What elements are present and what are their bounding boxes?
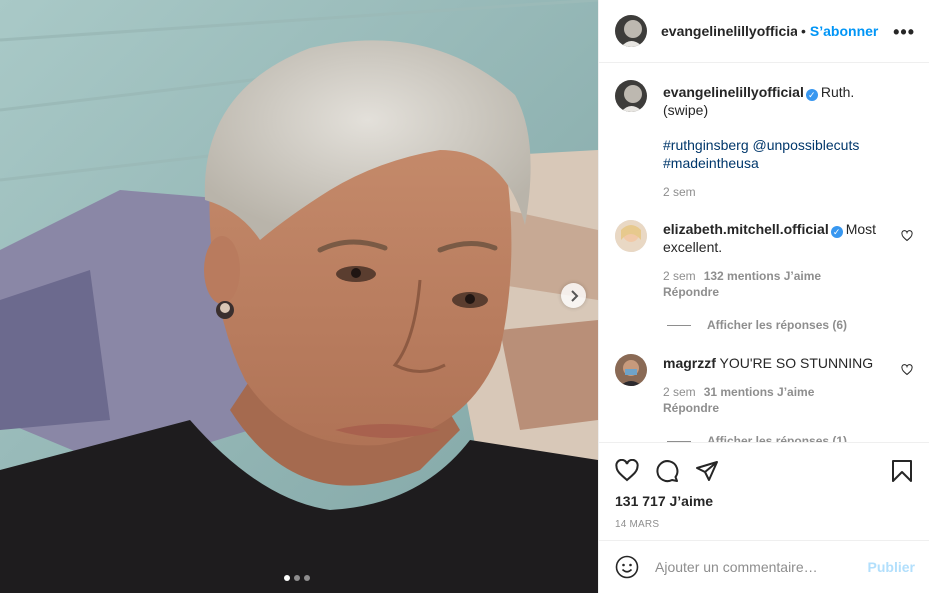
author-avatar[interactable] [615,80,647,112]
comment-meta: 2 sem 132 mentions J’aime Répondre [663,268,893,300]
like-button[interactable] [615,451,655,491]
view-replies-label: Afficher les réponses (1) [707,434,848,442]
heart-icon [615,459,639,482]
comment-username[interactable]: elizabeth.mitchell.official [663,221,829,237]
divider-line [667,324,691,326]
comment-time: 2 sem [663,269,696,283]
reply-button[interactable]: Répondre [663,284,893,300]
comment-time: 2 sem [663,385,696,399]
chevron-right-icon [570,289,578,302]
comments-list[interactable]: evangelinelillyofficial ✓ Ruth. (swipe) #r… [599,64,929,442]
comment-text: YOU'RE SO STUNNING [719,355,874,371]
post-date[interactable]: 14 mars [615,519,913,530]
view-replies-button[interactable]: Afficher les réponses (1) [667,434,913,442]
caption-hashtags[interactable]: #ruthginsberg @unpossiblecuts [663,137,859,153]
caption-time: 2 sem [663,185,696,199]
share-icon [696,461,718,481]
bookmark-icon [892,460,912,482]
more-icon[interactable]: ••• [893,22,915,43]
post-sidebar: evangelinelillyofficial • S’abonner ••• … [598,0,929,593]
carousel-dots [284,575,310,581]
selfie-image [0,0,598,593]
caption-hashtag[interactable]: #madeintheusa [663,155,759,171]
comment-icon [656,460,679,483]
view-replies-button[interactable]: Afficher les réponses (6) [667,318,913,332]
comment-input[interactable] [655,559,855,575]
comment-item: elizabeth.mitchell.official ✓ Most excelle… [615,220,913,300]
commenter-avatar[interactable] [615,354,647,386]
post-photo[interactable] [0,0,598,593]
separator-dot: • [801,23,806,39]
view-replies-label: Afficher les réponses (6) [707,318,848,332]
comment-like-heart-icon[interactable] [901,364,913,376]
comment-body: magrzzf YOU'RE SO STUNNING 2 sem 31 menti… [663,354,893,416]
comment-meta: 2 sem 31 mentions J’aime Répondre [663,384,893,416]
save-button[interactable] [891,459,913,486]
publish-button[interactable]: Publier [868,559,915,575]
carousel-dot [304,575,310,581]
post-actions: 131 717 J’aime 14 mars [599,442,929,540]
comment-likes[interactable]: 31 mentions J’aime [704,385,815,399]
comment-username[interactable]: magrzzf [663,355,716,371]
comment-body: elizabeth.mitchell.official ✓ Most excelle… [663,220,893,300]
verified-icon: ✓ [805,89,818,101]
carousel-dot [284,575,290,581]
caption-body: evangelinelillyofficial ✓ Ruth. (swipe) #r… [663,80,893,200]
comment-button[interactable] [655,451,695,491]
comment-like-heart-icon[interactable] [901,230,913,242]
instagram-post: evangelinelillyofficial • S’abonner ••• … [0,0,929,593]
caption: evangelinelillyofficial ✓ Ruth. (swipe) #r… [615,80,913,200]
commenter-avatar[interactable] [615,220,647,252]
post-header: evangelinelillyofficial • S’abonner ••• [599,0,929,63]
share-button[interactable] [695,451,735,491]
caption-username[interactable]: evangelinelillyofficial [663,84,804,100]
verified-icon: ✓ [830,226,843,238]
carousel-next-button[interactable] [561,283,586,308]
comment-likes[interactable]: 132 mentions J’aime [704,269,821,283]
emoji-icon[interactable] [615,555,639,579]
add-comment-bar: Publier [599,540,929,593]
action-icons [615,443,913,499]
author-username[interactable]: evangelinelillyofficial [661,23,797,39]
reply-button[interactable]: Répondre [663,400,893,416]
carousel-dot [294,575,300,581]
follow-button[interactable]: S’abonner [810,23,878,39]
comment-item: magrzzf YOU'RE SO STUNNING 2 sem 31 menti… [615,354,913,416]
author-avatar[interactable] [615,15,647,47]
